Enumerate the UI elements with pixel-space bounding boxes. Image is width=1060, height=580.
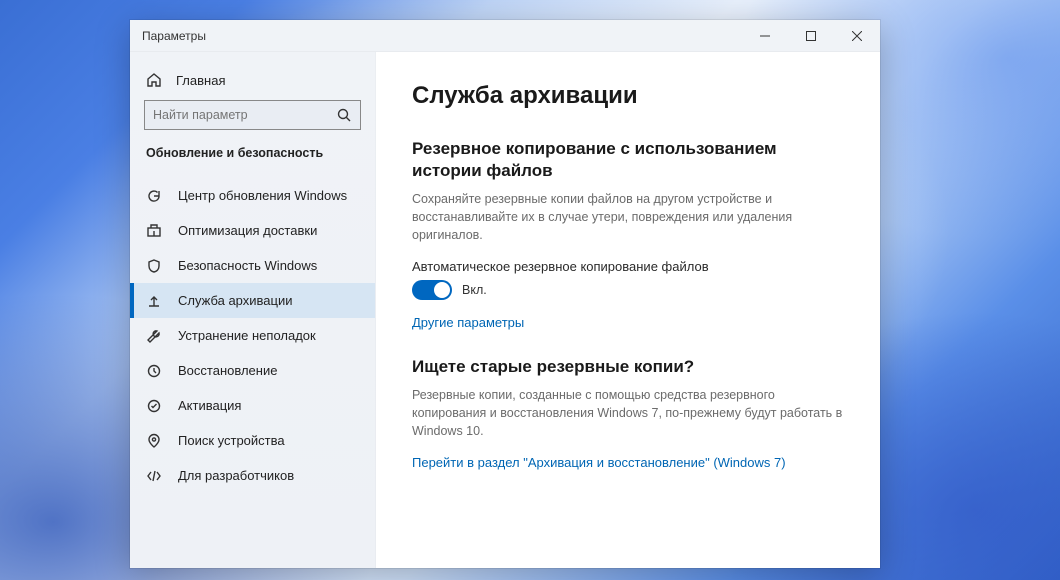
developers-icon [146, 468, 162, 484]
maximize-button[interactable] [788, 20, 834, 51]
toggle-state: Вкл. [462, 283, 487, 297]
sidebar: Главная Обновление и безопасность Центр … [130, 52, 376, 568]
home-icon [146, 72, 162, 88]
window-controls [742, 20, 880, 51]
titlebar: Параметры [130, 20, 880, 52]
body-area: Главная Обновление и безопасность Центр … [130, 52, 880, 568]
minimize-button[interactable] [742, 20, 788, 51]
sidebar-item-activation[interactable]: Активация [130, 388, 375, 423]
sidebar-item-windows-update[interactable]: Центр обновления Windows [130, 178, 375, 213]
auto-backup-toggle[interactable] [412, 280, 452, 300]
toggle-row: Вкл. [412, 280, 844, 300]
window-title: Параметры [130, 29, 206, 43]
wrench-icon [146, 328, 162, 344]
section-title: Ищете старые резервные копии? [412, 356, 844, 378]
sidebar-item-label: Восстановление [178, 363, 277, 378]
sidebar-item-label: Безопасность Windows [178, 258, 317, 273]
page-title: Служба архивации [412, 82, 844, 110]
shield-icon [146, 258, 162, 274]
sidebar-item-label: Центр обновления Windows [178, 188, 347, 203]
nav-list: Центр обновления Windows Оптимизация дос… [130, 178, 375, 493]
recovery-icon [146, 363, 162, 379]
section-file-history: Резервное копирование с использованием и… [412, 138, 844, 332]
home-label: Главная [176, 73, 225, 88]
sidebar-item-recovery[interactable]: Восстановление [130, 353, 375, 388]
sidebar-item-find-device[interactable]: Поиск устройства [130, 423, 375, 458]
toggle-knob [434, 282, 450, 298]
settings-window: Параметры Главная [130, 20, 880, 568]
sidebar-item-backup[interactable]: Служба архивации [130, 283, 375, 318]
search-icon [336, 107, 352, 123]
toggle-label: Автоматическое резервное копирование фай… [412, 259, 844, 274]
search-wrap [130, 100, 375, 144]
close-button[interactable] [834, 20, 880, 51]
sidebar-item-label: Для разработчиков [178, 468, 294, 483]
home-button[interactable]: Главная [130, 66, 375, 100]
section-desc: Сохраняйте резервные копии файлов на дру… [412, 190, 844, 244]
delivery-icon [146, 223, 162, 239]
sidebar-item-label: Устранение неполадок [178, 328, 316, 343]
main-content: Служба архивации Резервное копирование с… [376, 52, 880, 568]
more-options-link[interactable]: Другие параметры [412, 315, 524, 330]
search-box[interactable] [144, 100, 361, 130]
sidebar-item-troubleshoot[interactable]: Устранение неполадок [130, 318, 375, 353]
sidebar-item-for-developers[interactable]: Для разработчиков [130, 458, 375, 493]
backup-icon [146, 293, 162, 309]
sidebar-item-delivery-optimization[interactable]: Оптимизация доставки [130, 213, 375, 248]
sync-icon [146, 188, 162, 204]
section-desc: Резервные копии, созданные с помощью сре… [412, 386, 844, 440]
activation-icon [146, 398, 162, 414]
category-label: Обновление и безопасность [130, 144, 375, 178]
location-icon [146, 433, 162, 449]
sidebar-item-security[interactable]: Безопасность Windows [130, 248, 375, 283]
sidebar-item-label: Служба архивации [178, 293, 293, 308]
section-old-backups: Ищете старые резервные копии? Резервные … [412, 356, 844, 472]
sidebar-item-label: Поиск устройства [178, 433, 285, 448]
search-input[interactable] [153, 108, 330, 122]
sidebar-item-label: Оптимизация доставки [178, 223, 317, 238]
sidebar-item-label: Активация [178, 398, 241, 413]
backup-restore-win7-link[interactable]: Перейти в раздел "Архивация и восстановл… [412, 455, 786, 470]
section-title: Резервное копирование с использованием и… [412, 138, 844, 182]
